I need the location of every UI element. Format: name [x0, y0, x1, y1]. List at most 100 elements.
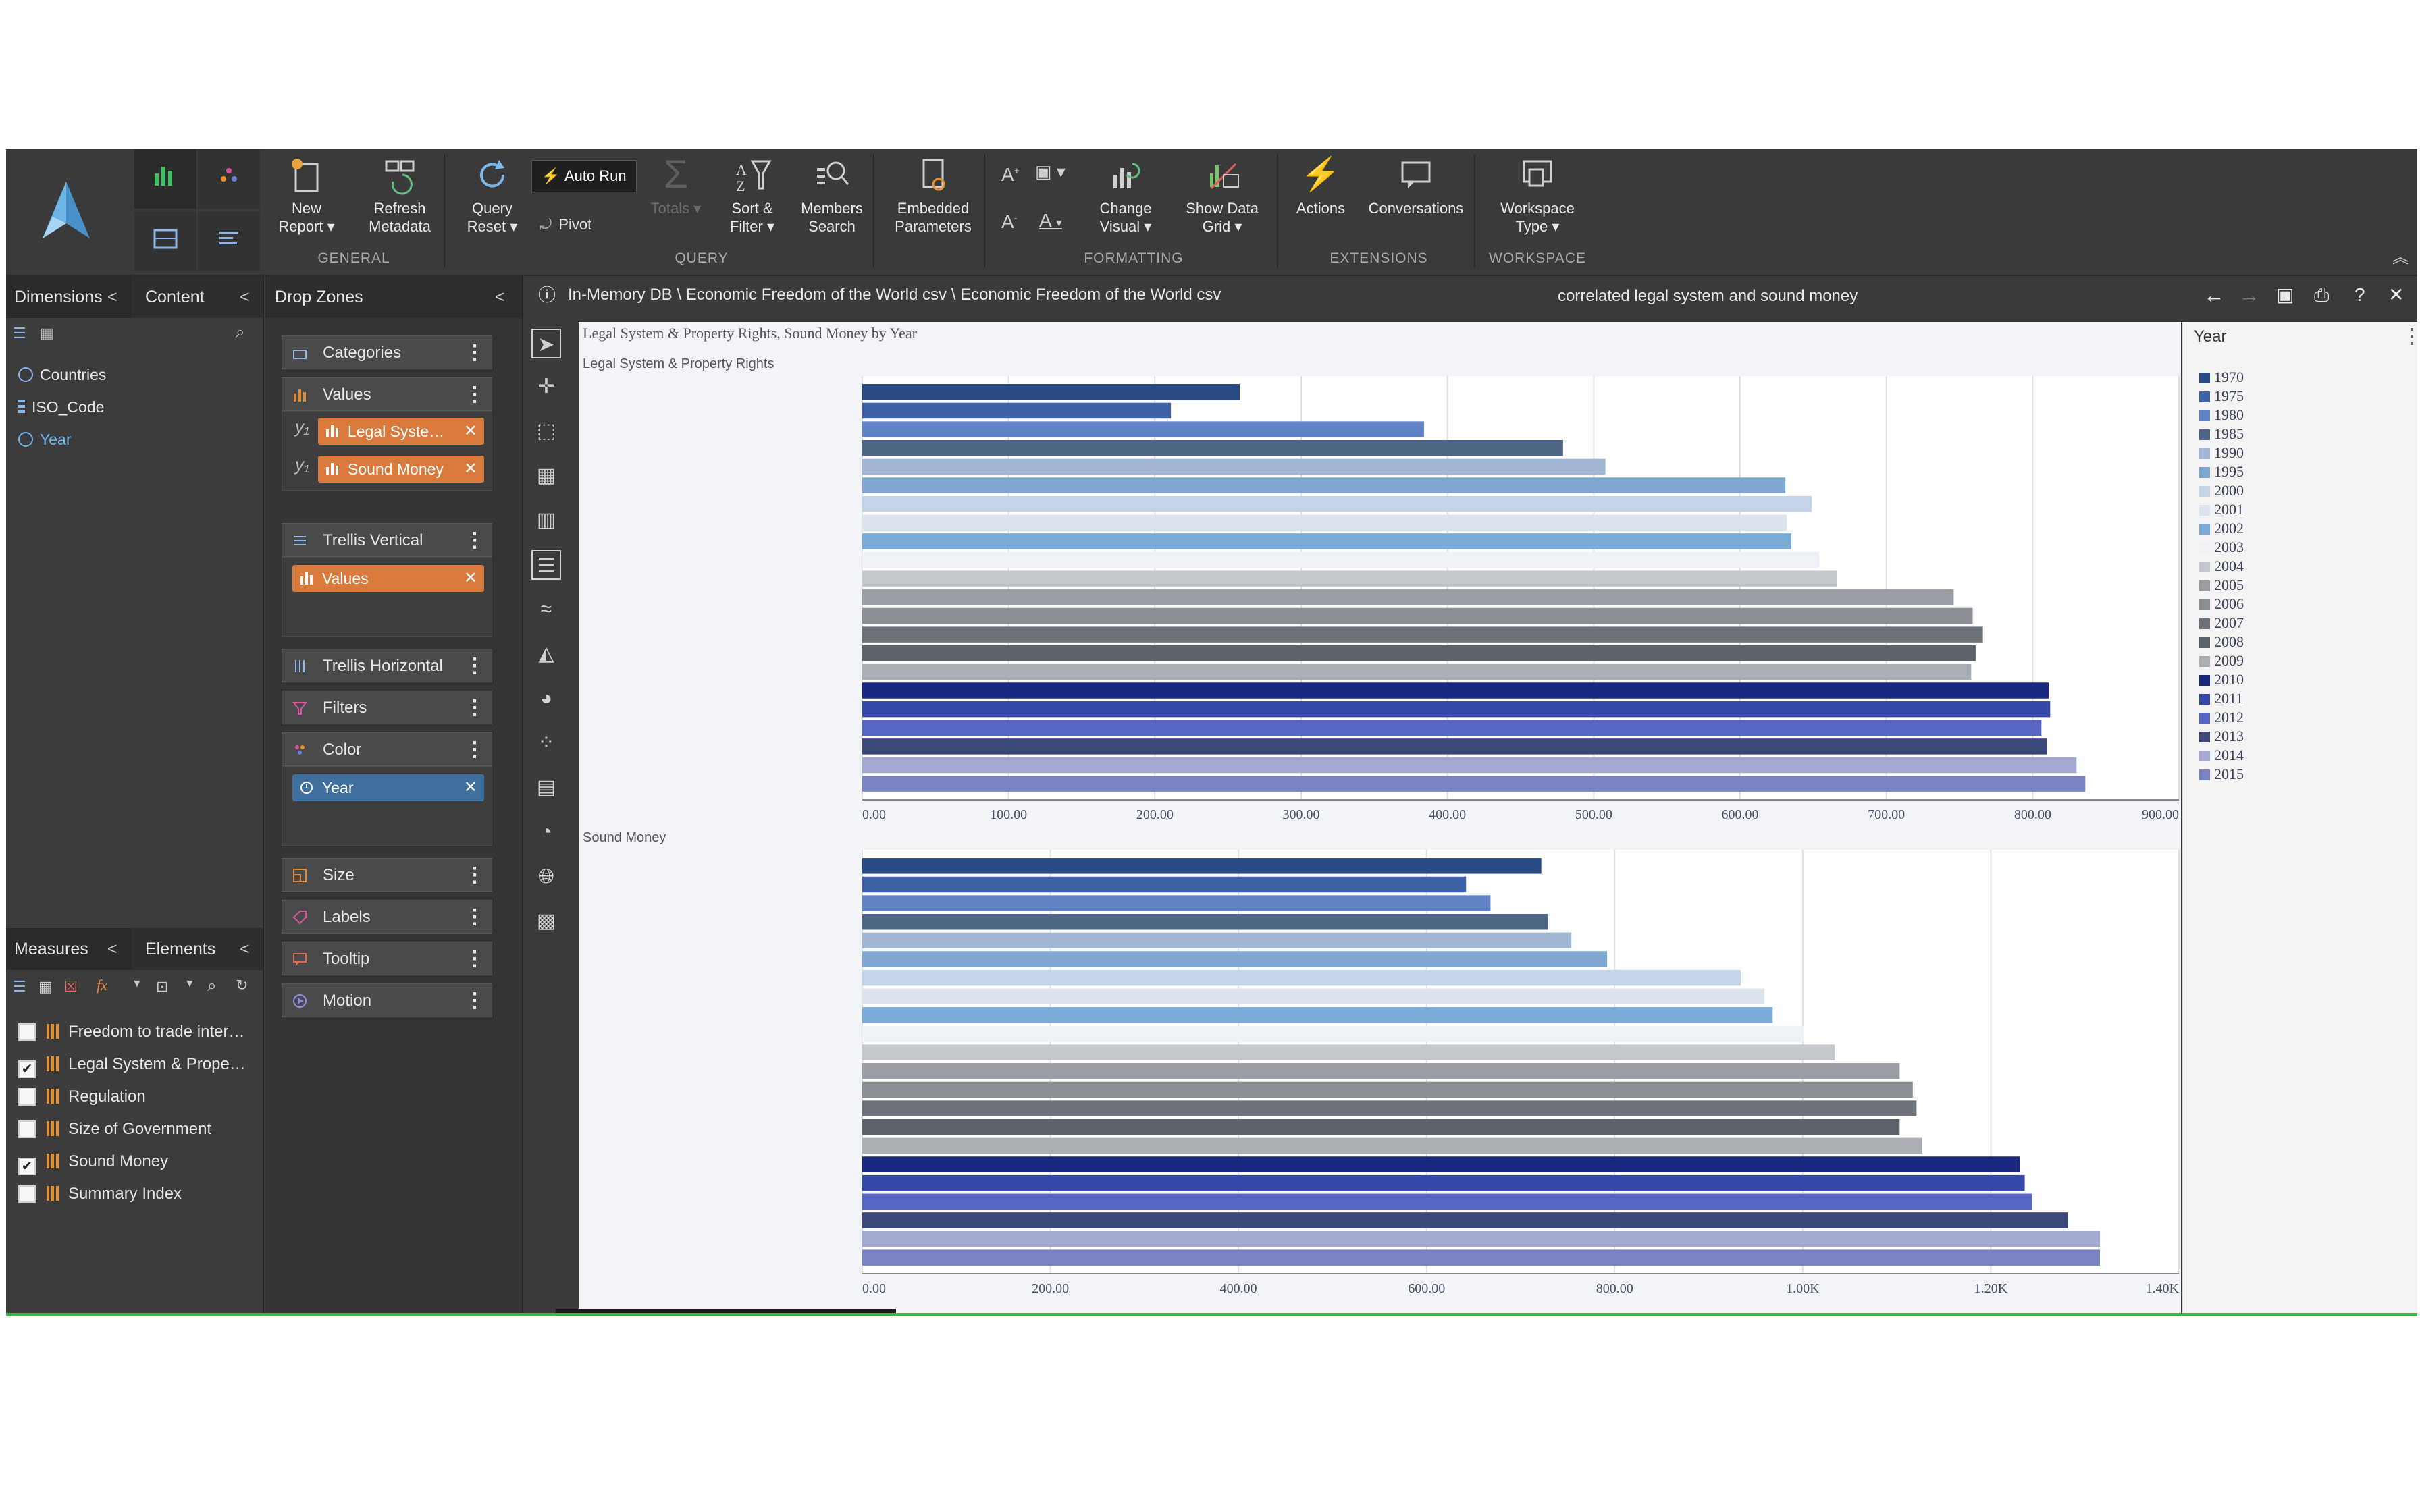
bar-2006[interactable] — [862, 608, 1973, 624]
dimension-item-iso-code[interactable]: ISO_Code — [18, 394, 104, 421]
bar-2010[interactable] — [862, 1156, 2020, 1172]
font-size-increase-icon[interactable]: A+ — [1001, 164, 1020, 186]
dashboard-view-tab[interactable] — [134, 211, 196, 271]
legend-item-1990[interactable]: 1990 — [2199, 443, 2244, 462]
font-color-icon[interactable]: A ▾ — [1039, 210, 1062, 232]
checkbox-checked[interactable]: ✔ — [18, 1060, 36, 1078]
bar-2011[interactable] — [862, 701, 2051, 718]
chevron-down-icon[interactable]: ▼ — [132, 978, 142, 990]
new-report-button[interactable]: New Report ▾ — [256, 155, 357, 236]
bar-2014[interactable] — [862, 1231, 2100, 1247]
pointer-tool-icon[interactable]: ➤ — [531, 329, 561, 358]
trellis-vertical-zone[interactable]: Trellis Vertical ⋮ — [282, 523, 492, 557]
dimension-item-year[interactable]: Year — [18, 426, 71, 453]
checkbox[interactable] — [18, 1185, 36, 1203]
checkbox[interactable] — [18, 1088, 36, 1106]
bar-chart-icon[interactable]: ☰ — [531, 550, 561, 580]
list-icon[interactable]: ☰ — [13, 325, 26, 342]
labels-zone[interactable]: Labels ⋮ — [282, 900, 492, 934]
bar-2000[interactable] — [862, 969, 1741, 986]
back-arrow-icon[interactable]: ← — [2203, 276, 2225, 314]
dimension-item-countries[interactable]: Countries — [18, 361, 106, 388]
close-icon[interactable]: ✕ — [464, 418, 477, 445]
measure-item[interactable]: ✔ Sound Money — [18, 1147, 168, 1177]
kebab-menu-icon[interactable]: ⋮ — [465, 859, 485, 892]
bar-2008[interactable] — [862, 645, 1976, 662]
bar-2002[interactable] — [862, 1007, 1773, 1023]
kebab-menu-icon[interactable]: ⋮ — [465, 691, 485, 725]
values-zone[interactable]: Values ⋮ — [282, 377, 492, 411]
categories-zone[interactable]: Categories ⋮ — [282, 335, 492, 369]
bar-1995[interactable] — [862, 477, 1786, 493]
bar-2004[interactable] — [862, 570, 1837, 587]
legend-item-2009[interactable]: 2009 — [2199, 651, 2244, 670]
chevron-left-icon[interactable]: < — [107, 928, 117, 970]
tab-elements[interactable]: Elements < — [134, 928, 263, 970]
bar-1985[interactable] — [862, 913, 1548, 930]
bar-2005[interactable] — [862, 1063, 1900, 1079]
table-icon[interactable]: ▩ — [531, 907, 561, 936]
bar-1995[interactable] — [862, 951, 1608, 967]
bar-2005[interactable] — [862, 589, 1954, 605]
treemap-icon[interactable]: ▤ — [531, 773, 561, 803]
globe-icon[interactable]: 🌐︎ — [531, 862, 561, 892]
legend-item-1995[interactable]: 1995 — [2199, 462, 2244, 481]
print-icon[interactable]: ⎙ — [2314, 276, 2329, 314]
line-chart-icon[interactable]: ≈ — [531, 595, 561, 624]
embedded-parameters-button[interactable]: Embedded Parameters — [883, 155, 984, 236]
close-icon[interactable]: ✕ — [464, 565, 477, 592]
tab-content[interactable]: Content < — [134, 276, 263, 318]
calendar-icon[interactable]: ▦ — [38, 978, 53, 996]
bar-2006[interactable] — [862, 1081, 1913, 1098]
tab-dimensions[interactable]: Dimensions < — [6, 276, 132, 318]
checkbox[interactable] — [18, 1023, 36, 1041]
chevron-left-icon[interactable]: < — [107, 276, 117, 318]
legend-item-2015[interactable]: 2015 — [2199, 765, 2244, 784]
legend-item-2014[interactable]: 2014 — [2199, 746, 2244, 765]
info-icon[interactable]: ⓘ — [538, 276, 556, 314]
scatter-chart-icon[interactable]: ⁘ — [531, 728, 561, 758]
bar-1990[interactable] — [862, 932, 1572, 949]
show-data-grid-button[interactable]: Show Data Grid ▾ — [1172, 155, 1273, 236]
kebab-menu-icon[interactable]: ⋮ — [2402, 325, 2417, 348]
close-icon[interactable]: ✕ — [464, 774, 477, 801]
font-size-decrease-icon[interactable]: A- — [1001, 211, 1017, 233]
measure-item[interactable]: Size of Government — [18, 1114, 211, 1144]
legend-item-2002[interactable]: 2002 — [2199, 519, 2244, 538]
measure-item[interactable]: Freedom to trade inter… — [18, 1017, 244, 1047]
bar-2003[interactable] — [862, 551, 1819, 568]
chevron-left-icon[interactable]: < — [495, 276, 505, 318]
legend-item-1975[interactable]: 1975 — [2199, 387, 2244, 406]
tab-measures[interactable]: Measures < — [6, 928, 132, 970]
bar-2009[interactable] — [862, 1137, 1922, 1154]
bar-2014[interactable] — [862, 757, 2077, 774]
bar-2004[interactable] — [862, 1044, 1835, 1060]
kebab-menu-icon[interactable]: ⋮ — [465, 984, 485, 1018]
formula-icon[interactable]: fx — [97, 977, 107, 994]
bar-2002[interactable] — [862, 533, 1791, 549]
gauge-icon[interactable]: ◔ — [531, 817, 561, 847]
legend-item-2013[interactable]: 2013 — [2199, 727, 2244, 746]
collapse-ribbon-icon[interactable]: ︽ — [2392, 244, 2409, 267]
refresh-icon[interactable]: ↻ — [236, 977, 248, 994]
kebab-menu-icon[interactable]: ⋮ — [465, 649, 485, 683]
bar-2001[interactable] — [862, 988, 1764, 1005]
bar-2007[interactable] — [862, 626, 1983, 643]
bar-2012[interactable] — [862, 1193, 2032, 1210]
legend-item-2005[interactable]: 2005 — [2199, 576, 2244, 595]
kebab-menu-icon[interactable]: ⋮ — [465, 942, 485, 976]
legend-item-2011[interactable]: 2011 — [2199, 689, 2243, 708]
filters-zone[interactable]: Filters ⋮ — [282, 691, 492, 724]
bar-2015[interactable] — [862, 776, 2086, 792]
tooltip-zone[interactable]: Tooltip ⋮ — [282, 942, 492, 975]
kebab-menu-icon[interactable]: ⋮ — [465, 733, 485, 767]
chevron-left-icon[interactable]: < — [240, 276, 250, 318]
bar-2011[interactable] — [862, 1174, 2025, 1191]
list-icon[interactable]: ☰ — [13, 978, 26, 996]
bar-2003[interactable] — [862, 1025, 1804, 1042]
calendar-icon[interactable]: ▦ — [40, 325, 54, 342]
legend-item-2004[interactable]: 2004 — [2199, 557, 2244, 576]
bar-1980[interactable] — [862, 895, 1491, 911]
color-pill-year[interactable]: Year ✕ — [292, 774, 484, 801]
bar-1980[interactable] — [862, 421, 1424, 437]
